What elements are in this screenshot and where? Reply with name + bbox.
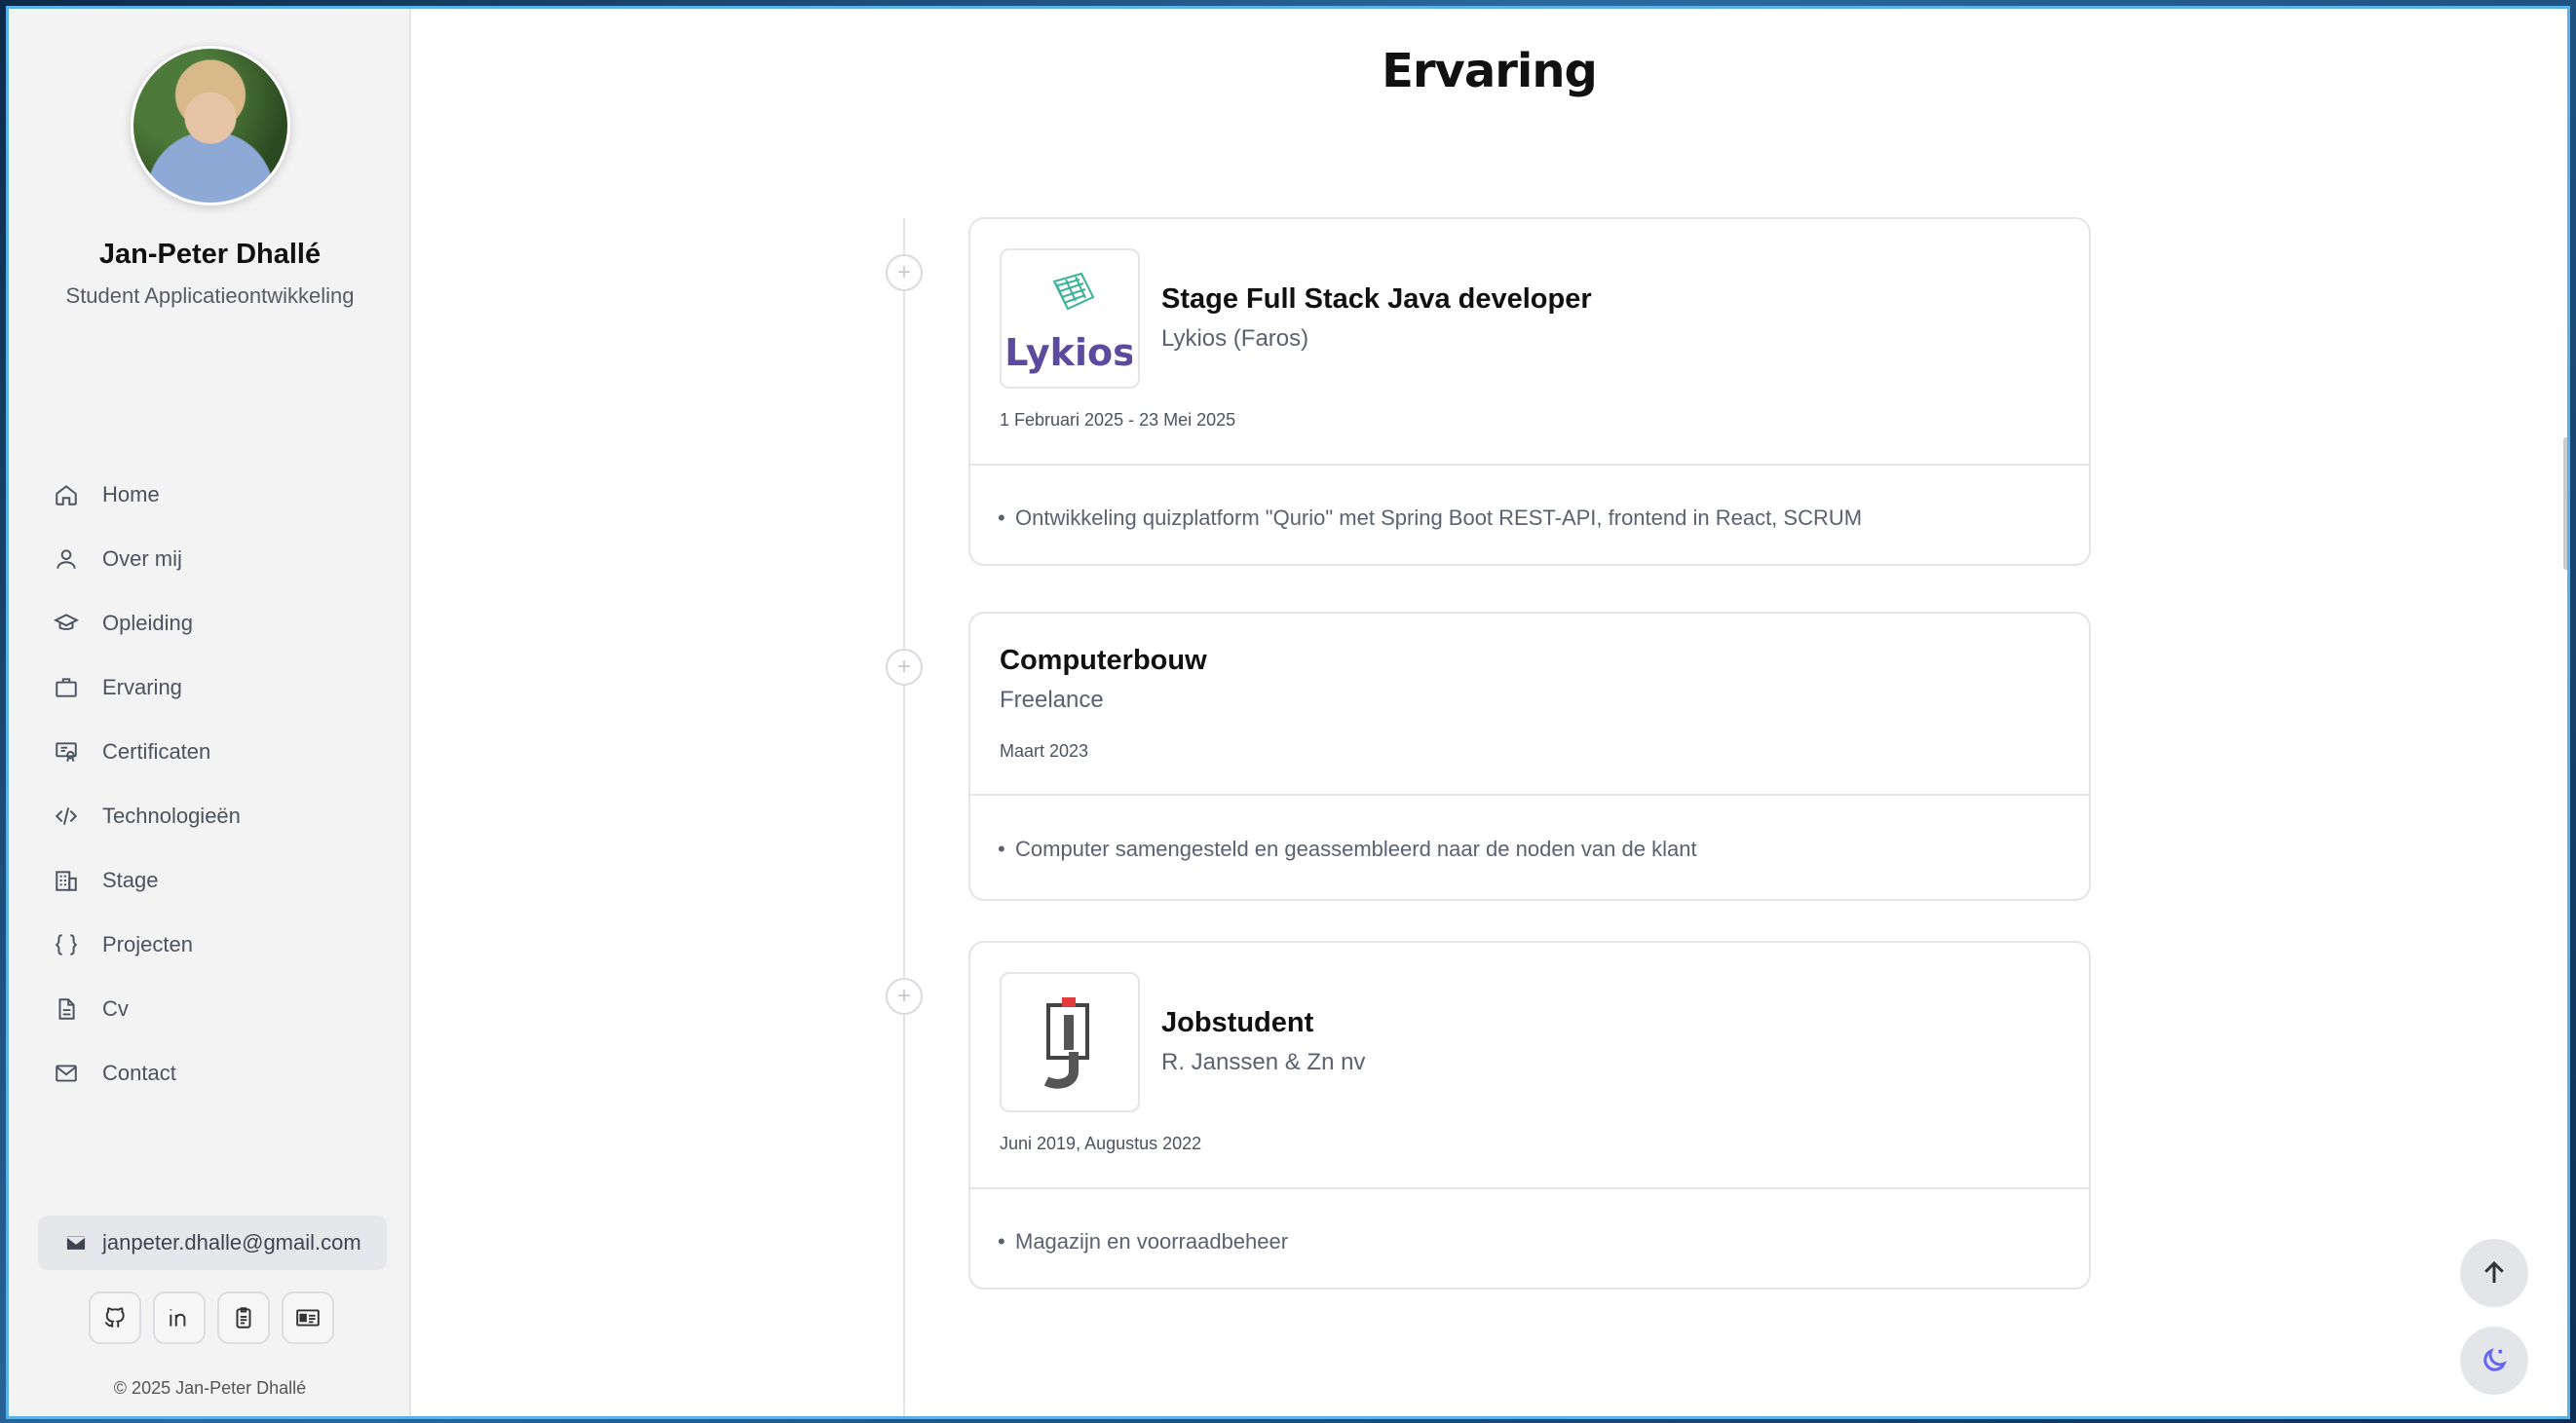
card-divider bbox=[970, 464, 2089, 466]
experience-card: Computerbouw Freelance Maart 2023 Comput… bbox=[968, 612, 2091, 901]
code-icon bbox=[52, 802, 81, 831]
briefcase-icon bbox=[52, 673, 81, 702]
email-link[interactable]: janpeter.dhalle@gmail.com bbox=[38, 1216, 387, 1270]
sidebar-item-label: Opleiding bbox=[102, 611, 193, 635]
braces-icon bbox=[52, 930, 81, 959]
scroll-to-top-button[interactable] bbox=[2460, 1239, 2528, 1307]
building-icon bbox=[52, 866, 81, 895]
sidebar-item-label: Stage bbox=[102, 868, 159, 892]
mail-icon bbox=[65, 1234, 87, 1252]
experience-company: R. Janssen & Zn nv bbox=[1161, 1049, 1366, 1075]
timeline-dot: + bbox=[886, 254, 923, 291]
sidebar-item-label: Ervaring bbox=[102, 675, 182, 699]
janssen-logo bbox=[1043, 997, 1089, 1089]
sidebar-item-ervaring[interactable]: Ervaring bbox=[52, 655, 383, 720]
copyright: © 2025 Jan-Peter Dhallé bbox=[113, 1378, 307, 1398]
dark-mode-toggle[interactable] bbox=[2460, 1327, 2528, 1395]
sidebar-item-label: Projecten bbox=[102, 932, 193, 956]
certificate-icon bbox=[52, 737, 81, 767]
sidebar-item-label: Cv bbox=[102, 996, 129, 1021]
sidebar-item-label: Over mij bbox=[102, 546, 182, 571]
experience-company: Lykios (Faros) bbox=[1161, 325, 1309, 352]
sidebar-item-label: Home bbox=[102, 482, 160, 506]
timeline-dot: + bbox=[886, 649, 923, 686]
home-icon bbox=[52, 480, 81, 509]
experience-role: Computerbouw bbox=[1000, 645, 1207, 676]
sidebar-item-label: Technologieën bbox=[102, 804, 241, 828]
profile-name: Jan-Peter Dhallé bbox=[98, 239, 322, 270]
timeline-line bbox=[903, 218, 905, 1416]
mail-icon bbox=[52, 1059, 81, 1088]
sidebar-nav: Home Over mij Opleiding Ervaring Certifi… bbox=[52, 463, 383, 1105]
email-text: janpeter.dhalle@gmail.com bbox=[102, 1230, 361, 1254]
card-divider bbox=[970, 794, 2089, 796]
timeline-dot: + bbox=[886, 978, 923, 1015]
linkedin-button[interactable] bbox=[153, 1292, 206, 1344]
sidebar-item-over-mij[interactable]: Over mij bbox=[52, 527, 383, 591]
sidebar-item-stage[interactable]: Stage bbox=[52, 848, 383, 913]
company-logo bbox=[1000, 972, 1140, 1112]
badge-button[interactable] bbox=[217, 1292, 270, 1344]
experience-card: Lykios Stage Full Stack Java developer L… bbox=[968, 217, 2091, 566]
github-button[interactable] bbox=[89, 1292, 141, 1344]
experience-bullet: Computer samengesteld en geassembleerd n… bbox=[998, 837, 1697, 862]
experience-role: Stage Full Stack Java developer bbox=[1161, 283, 1592, 315]
company-logo: Lykios bbox=[1000, 248, 1140, 389]
arrow-up-icon bbox=[2484, 1260, 2504, 1283]
experience-bullet: Magazijn en voorraadbeheer bbox=[998, 1229, 1288, 1254]
sidebar-item-cv[interactable]: Cv bbox=[52, 977, 383, 1041]
sidebar-item-certificaten[interactable]: Certificaten bbox=[52, 720, 383, 784]
document-icon bbox=[52, 994, 81, 1024]
experience-card: Jobstudent R. Janssen & Zn nv Juni 2019,… bbox=[968, 941, 2091, 1290]
id-card-button[interactable] bbox=[282, 1292, 334, 1344]
experience-dates: 1 Februari 2025 - 23 Mei 2025 bbox=[1000, 410, 1236, 430]
scrollbar[interactable] bbox=[2563, 437, 2567, 570]
sidebar-item-projecten[interactable]: Projecten bbox=[52, 913, 383, 977]
sidebar-item-label: Contact bbox=[102, 1061, 176, 1085]
github-icon bbox=[104, 1307, 125, 1328]
linkedin-icon bbox=[170, 1309, 186, 1327]
user-icon bbox=[52, 544, 81, 574]
lykios-logo: Lykios bbox=[1007, 272, 1132, 374]
experience-dates: Juni 2019, Augustus 2022 bbox=[1000, 1134, 1202, 1153]
sidebar-item-label: Certificaten bbox=[102, 739, 211, 764]
badge-icon bbox=[236, 1307, 251, 1329]
avatar bbox=[131, 46, 290, 206]
sidebar: Jan-Peter Dhallé Student Applicatieontwi… bbox=[9, 9, 411, 1416]
profile-subtitle: Student Applicatieontwikkeling bbox=[65, 283, 355, 308]
experience-bullet: Ontwikkeling quizplatform "Qurio" met Sp… bbox=[998, 506, 1862, 531]
experience-dates: Maart 2023 bbox=[1000, 741, 1089, 761]
card-divider bbox=[970, 1187, 2089, 1189]
social-links bbox=[89, 1292, 334, 1344]
browser-window: Jan-Peter Dhallé Student Applicatieontwi… bbox=[6, 6, 2570, 1419]
sidebar-item-opleiding[interactable]: Opleiding bbox=[52, 591, 383, 655]
id-card-icon bbox=[296, 1309, 320, 1327]
lykios-logo-text: Lykios bbox=[1007, 331, 1132, 374]
sidebar-item-technologieen[interactable]: Technologieën bbox=[52, 784, 383, 848]
sidebar-item-contact[interactable]: Contact bbox=[52, 1041, 383, 1105]
experience-role: Jobstudent bbox=[1161, 1007, 1314, 1038]
sidebar-item-home[interactable]: Home bbox=[52, 463, 383, 527]
page-title: Ervaring bbox=[1382, 44, 1598, 98]
graduation-cap-icon bbox=[52, 609, 81, 638]
moon-icon bbox=[2483, 1348, 2507, 1371]
experience-company: Freelance bbox=[1000, 687, 1104, 713]
